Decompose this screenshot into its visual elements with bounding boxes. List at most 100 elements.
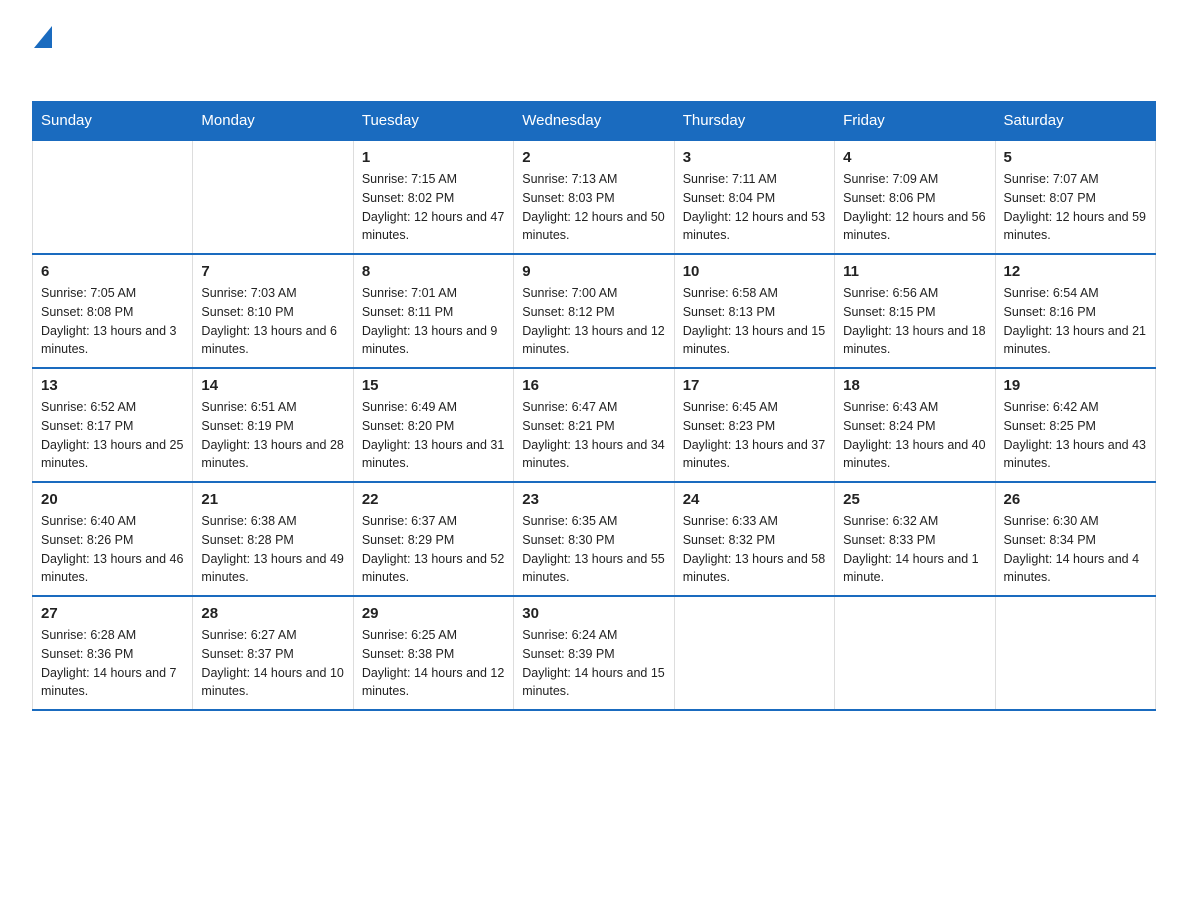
calendar-cell: 16 Sunrise: 6:47 AMSunset: 8:21 PMDayligh… bbox=[514, 368, 674, 482]
day-info: Sunrise: 6:33 AMSunset: 8:32 PMDaylight:… bbox=[683, 512, 826, 587]
calendar-cell bbox=[33, 140, 193, 254]
calendar-table: SundayMondayTuesdayWednesdayThursdayFrid… bbox=[32, 101, 1156, 711]
day-info: Sunrise: 6:35 AMSunset: 8:30 PMDaylight:… bbox=[522, 512, 665, 587]
day-number: 16 bbox=[522, 377, 665, 394]
day-of-week-header: Thursday bbox=[674, 102, 834, 141]
calendar-cell: 20 Sunrise: 6:40 AMSunset: 8:26 PMDayligh… bbox=[33, 482, 193, 596]
calendar-cell: 2 Sunrise: 7:13 AMSunset: 8:03 PMDaylight… bbox=[514, 140, 674, 254]
day-number: 5 bbox=[1004, 149, 1147, 166]
logo bbox=[32, 24, 52, 85]
day-info: Sunrise: 7:01 AMSunset: 8:11 PMDaylight:… bbox=[362, 284, 505, 359]
day-number: 11 bbox=[843, 263, 986, 280]
day-info: Sunrise: 6:25 AMSunset: 8:38 PMDaylight:… bbox=[362, 626, 505, 701]
calendar-cell: 26Sunrise: 6:30 AMSunset: 8:34 PMDayligh… bbox=[995, 482, 1155, 596]
day-number: 7 bbox=[201, 263, 344, 280]
day-number: 22 bbox=[362, 491, 505, 508]
calendar-cell: 18Sunrise: 6:43 AMSunset: 8:24 PMDayligh… bbox=[835, 368, 995, 482]
calendar-header-row: SundayMondayTuesdayWednesdayThursdayFrid… bbox=[33, 102, 1156, 141]
calendar-cell: 8 Sunrise: 7:01 AMSunset: 8:11 PMDaylight… bbox=[353, 254, 513, 368]
calendar-cell: 14Sunrise: 6:51 AMSunset: 8:19 PMDayligh… bbox=[193, 368, 353, 482]
calendar-cell bbox=[193, 140, 353, 254]
calendar-cell: 24 Sunrise: 6:33 AMSunset: 8:32 PMDayligh… bbox=[674, 482, 834, 596]
day-info: Sunrise: 6:47 AMSunset: 8:21 PMDaylight:… bbox=[522, 398, 665, 473]
day-of-week-header: Wednesday bbox=[514, 102, 674, 141]
calendar-cell: 6 Sunrise: 7:05 AMSunset: 8:08 PMDaylight… bbox=[33, 254, 193, 368]
day-info: Sunrise: 7:13 AMSunset: 8:03 PMDaylight:… bbox=[522, 170, 665, 245]
day-info: Sunrise: 6:54 AMSunset: 8:16 PMDaylight:… bbox=[1004, 284, 1147, 359]
calendar-cell: 22Sunrise: 6:37 AMSunset: 8:29 PMDayligh… bbox=[353, 482, 513, 596]
calendar-cell: 4 Sunrise: 7:09 AMSunset: 8:06 PMDaylight… bbox=[835, 140, 995, 254]
day-info: Sunrise: 6:56 AMSunset: 8:15 PMDaylight:… bbox=[843, 284, 986, 359]
calendar-cell: 12 Sunrise: 6:54 AMSunset: 8:16 PMDayligh… bbox=[995, 254, 1155, 368]
day-info: Sunrise: 7:07 AMSunset: 8:07 PMDaylight:… bbox=[1004, 170, 1147, 245]
calendar-cell: 23 Sunrise: 6:35 AMSunset: 8:30 PMDayligh… bbox=[514, 482, 674, 596]
calendar-week-row: 20 Sunrise: 6:40 AMSunset: 8:26 PMDayligh… bbox=[33, 482, 1156, 596]
day-info: Sunrise: 6:42 AMSunset: 8:25 PMDaylight:… bbox=[1004, 398, 1147, 473]
day-info: Sunrise: 6:45 AMSunset: 8:23 PMDaylight:… bbox=[683, 398, 826, 473]
day-of-week-header: Monday bbox=[193, 102, 353, 141]
day-number: 17 bbox=[683, 377, 826, 394]
day-info: Sunrise: 6:24 AMSunset: 8:39 PMDaylight:… bbox=[522, 626, 665, 701]
calendar-cell: 5 Sunrise: 7:07 AMSunset: 8:07 PMDaylight… bbox=[995, 140, 1155, 254]
day-number: 27 bbox=[41, 605, 184, 622]
calendar-cell bbox=[995, 596, 1155, 710]
calendar-week-row: 27 Sunrise: 6:28 AMSunset: 8:36 PMDayligh… bbox=[33, 596, 1156, 710]
day-info: Sunrise: 7:03 AMSunset: 8:10 PMDaylight:… bbox=[201, 284, 344, 359]
day-info: Sunrise: 6:28 AMSunset: 8:36 PMDaylight:… bbox=[41, 626, 184, 701]
day-number: 29 bbox=[362, 605, 505, 622]
day-info: Sunrise: 6:52 AMSunset: 8:17 PMDaylight:… bbox=[41, 398, 184, 473]
page-header bbox=[32, 24, 1156, 85]
day-info: Sunrise: 7:00 AMSunset: 8:12 PMDaylight:… bbox=[522, 284, 665, 359]
calendar-cell: 10 Sunrise: 6:58 AMSunset: 8:13 PMDayligh… bbox=[674, 254, 834, 368]
calendar-cell: 27 Sunrise: 6:28 AMSunset: 8:36 PMDayligh… bbox=[33, 596, 193, 710]
day-number: 13 bbox=[41, 377, 184, 394]
day-info: Sunrise: 6:32 AMSunset: 8:33 PMDaylight:… bbox=[843, 512, 986, 587]
day-number: 19 bbox=[1004, 377, 1147, 394]
day-number: 25 bbox=[843, 491, 986, 508]
calendar-cell: 30 Sunrise: 6:24 AMSunset: 8:39 PMDayligh… bbox=[514, 596, 674, 710]
day-number: 2 bbox=[522, 149, 665, 166]
day-number: 20 bbox=[41, 491, 184, 508]
day-info: Sunrise: 7:09 AMSunset: 8:06 PMDaylight:… bbox=[843, 170, 986, 245]
calendar-cell bbox=[674, 596, 834, 710]
day-number: 21 bbox=[201, 491, 344, 508]
calendar-cell: 28 Sunrise: 6:27 AMSunset: 8:37 PMDayligh… bbox=[193, 596, 353, 710]
day-info: Sunrise: 6:49 AMSunset: 8:20 PMDaylight:… bbox=[362, 398, 505, 473]
calendar-cell: 21Sunrise: 6:38 AMSunset: 8:28 PMDayligh… bbox=[193, 482, 353, 596]
day-number: 1 bbox=[362, 149, 505, 166]
day-number: 3 bbox=[683, 149, 826, 166]
calendar-week-row: 6 Sunrise: 7:05 AMSunset: 8:08 PMDaylight… bbox=[33, 254, 1156, 368]
day-number: 6 bbox=[41, 263, 184, 280]
calendar-cell: 15Sunrise: 6:49 AMSunset: 8:20 PMDayligh… bbox=[353, 368, 513, 482]
day-number: 18 bbox=[843, 377, 986, 394]
day-number: 8 bbox=[362, 263, 505, 280]
day-of-week-header: Sunday bbox=[33, 102, 193, 141]
logo-triangle-icon bbox=[34, 26, 52, 53]
day-number: 10 bbox=[683, 263, 826, 280]
calendar-cell: 3 Sunrise: 7:11 AMSunset: 8:04 PMDaylight… bbox=[674, 140, 834, 254]
day-number: 30 bbox=[522, 605, 665, 622]
day-info: Sunrise: 7:11 AMSunset: 8:04 PMDaylight:… bbox=[683, 170, 826, 245]
day-number: 4 bbox=[843, 149, 986, 166]
calendar-week-row: 13 Sunrise: 6:52 AMSunset: 8:17 PMDayligh… bbox=[33, 368, 1156, 482]
day-number: 24 bbox=[683, 491, 826, 508]
day-number: 23 bbox=[522, 491, 665, 508]
calendar-cell: 1Sunrise: 7:15 AMSunset: 8:02 PMDaylight… bbox=[353, 140, 513, 254]
calendar-cell: 19 Sunrise: 6:42 AMSunset: 8:25 PMDayligh… bbox=[995, 368, 1155, 482]
day-number: 9 bbox=[522, 263, 665, 280]
day-of-week-header: Saturday bbox=[995, 102, 1155, 141]
day-number: 26 bbox=[1004, 491, 1147, 508]
day-number: 12 bbox=[1004, 263, 1147, 280]
calendar-cell: 7 Sunrise: 7:03 AMSunset: 8:10 PMDaylight… bbox=[193, 254, 353, 368]
calendar-week-row: 1Sunrise: 7:15 AMSunset: 8:02 PMDaylight… bbox=[33, 140, 1156, 254]
day-info: Sunrise: 7:05 AMSunset: 8:08 PMDaylight:… bbox=[41, 284, 184, 359]
calendar-cell: 17 Sunrise: 6:45 AMSunset: 8:23 PMDayligh… bbox=[674, 368, 834, 482]
day-info: Sunrise: 6:27 AMSunset: 8:37 PMDaylight:… bbox=[201, 626, 344, 701]
day-info: Sunrise: 6:58 AMSunset: 8:13 PMDaylight:… bbox=[683, 284, 826, 359]
day-info: Sunrise: 6:40 AMSunset: 8:26 PMDaylight:… bbox=[41, 512, 184, 587]
day-number: 28 bbox=[201, 605, 344, 622]
calendar-cell: 25 Sunrise: 6:32 AMSunset: 8:33 PMDayligh… bbox=[835, 482, 995, 596]
day-info: Sunrise: 6:51 AMSunset: 8:19 PMDaylight:… bbox=[201, 398, 344, 473]
day-of-week-header: Friday bbox=[835, 102, 995, 141]
day-of-week-header: Tuesday bbox=[353, 102, 513, 141]
